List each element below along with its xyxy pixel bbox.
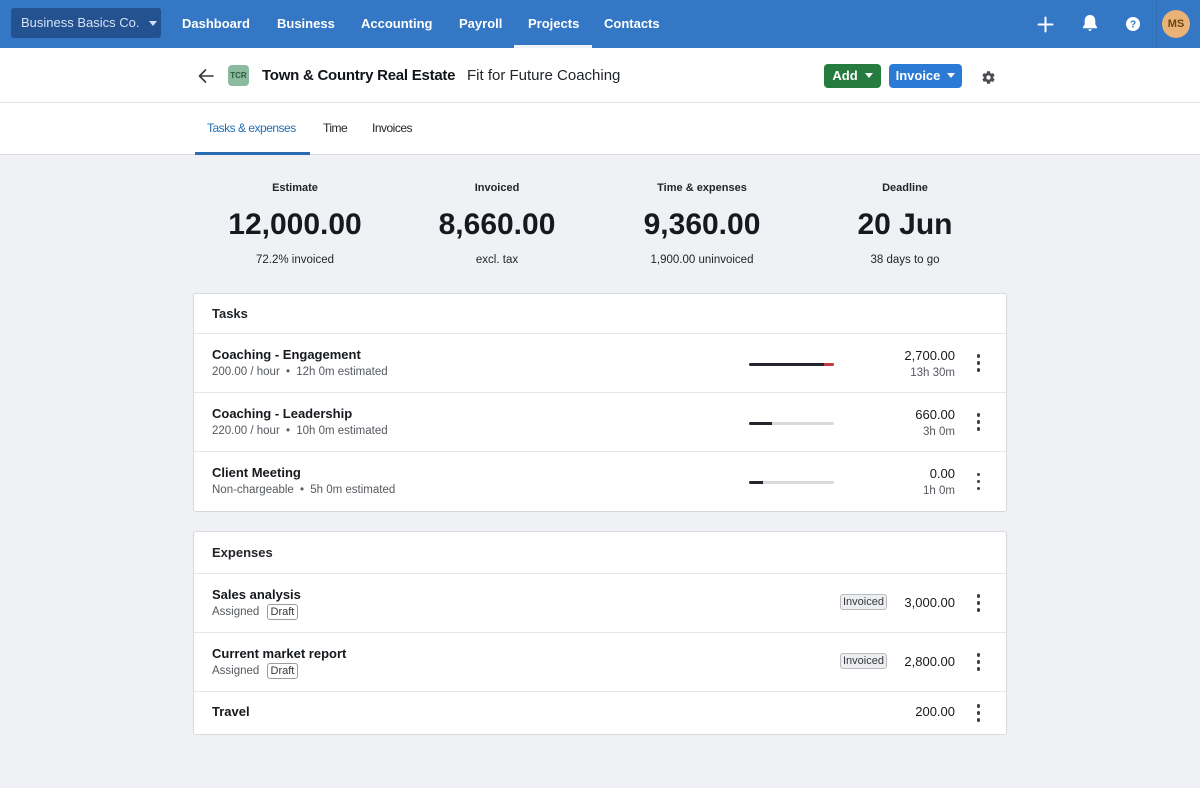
svg-text:?: ? — [1130, 20, 1136, 31]
